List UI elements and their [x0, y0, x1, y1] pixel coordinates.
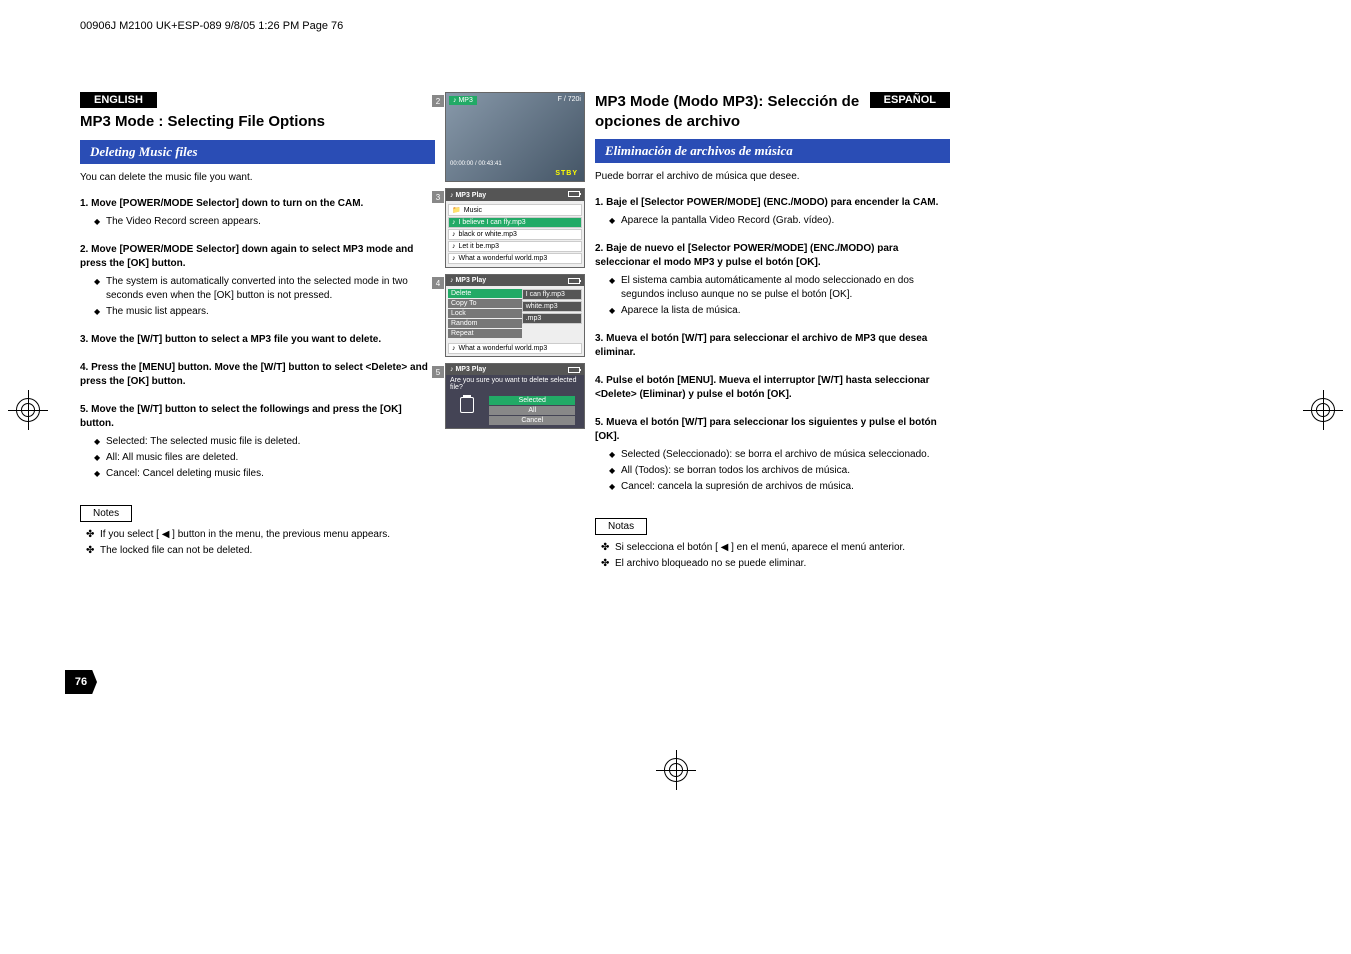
- opt-cancel: Cancel: [489, 416, 575, 425]
- step5-b1-es: Selected (Seleccionado): se borra el arc…: [609, 448, 950, 462]
- music-icon: ♪: [452, 255, 456, 262]
- music-icon: ♪: [452, 231, 456, 238]
- step2-b2-es: Aparece la lista de música.: [609, 304, 950, 318]
- s3-r3: Let it be.mp3: [459, 243, 499, 250]
- s2-mode: MP3: [458, 97, 472, 104]
- s4-last: What a wonderful world.mp3: [459, 345, 548, 352]
- s5-title: MP3 Play: [455, 366, 486, 373]
- battery-icon: [568, 278, 580, 284]
- step1-en: 1. Move [POWER/MODE Selector] down to tu…: [80, 197, 435, 211]
- battery-icon: [568, 191, 580, 199]
- spanish-column: ESPAÑOL MP3 Mode (Modo MP3): Selección d…: [595, 92, 950, 573]
- s3-r2: black or white.mp3: [459, 231, 517, 238]
- intro-es: Puede borrar el archivo de música que de…: [595, 171, 950, 182]
- screenshot-2-badge: 2: [432, 95, 444, 107]
- opt-selected: Selected: [489, 396, 575, 405]
- manual-page: 00906J M2100 UK+ESP-089 9/8/05 1:26 PM P…: [80, 20, 950, 573]
- folder-icon: 📁: [452, 206, 461, 214]
- step2-b1-es: El sistema cambia automáticamente al mod…: [609, 274, 950, 302]
- trash-icon: [460, 397, 474, 413]
- stby-indicator: STBY: [555, 170, 578, 177]
- screenshot-5: 5 ♪ MP3 Play Are you sure you want to de…: [445, 363, 585, 429]
- music-icon: ♪: [452, 345, 456, 352]
- lang-badge-spanish: ESPAÑOL: [870, 92, 950, 108]
- s3-folder: Music: [464, 207, 482, 214]
- notes-label-es: Notas: [595, 518, 647, 535]
- step2-b2-en: The music list appears.: [94, 305, 435, 319]
- s3-r4: What a wonderful world.mp3: [459, 255, 548, 262]
- menu-delete: Delete: [448, 289, 522, 298]
- screenshot-4: 4 ♪ MP3 Play Delete Copy To Lock Random …: [445, 274, 585, 357]
- step5-b3-es: Cancel: cancela la supresión de archivos…: [609, 480, 950, 494]
- step5-en: 5. Move the [W/T] button to select the f…: [80, 403, 435, 431]
- s2-time: 00:00:00 / 00:43:41: [450, 161, 502, 167]
- screenshot-3-badge: 3: [432, 191, 444, 203]
- s3-r1: I believe I can fly.mp3: [459, 219, 526, 226]
- note1-es: Si selecciona el botón [ ◀ ] en el menú,…: [601, 541, 950, 555]
- step3-en: 3. Move the [W/T] button to select a MP3…: [80, 333, 435, 347]
- note2-en: The locked file can not be deleted.: [86, 544, 435, 558]
- screenshot-2: 2 ♪ MP3 F / 720i 00:00:00 / 00:43:41 STB…: [445, 92, 585, 182]
- print-header: 00906J M2100 UK+ESP-089 9/8/05 1:26 PM P…: [80, 20, 950, 32]
- english-column: ENGLISH MP3 Mode : Selecting File Option…: [80, 92, 435, 573]
- notes-label-en: Notes: [80, 505, 132, 522]
- battery-icon: [568, 367, 580, 373]
- s4-r1: I can fly.mp3: [522, 289, 582, 300]
- menu-copyto: Copy To: [448, 299, 522, 308]
- step5-b2-en: All: All music files are deleted.: [94, 451, 435, 465]
- menu-lock: Lock: [448, 309, 522, 318]
- note2-es: El archivo bloqueado no se puede elimina…: [601, 557, 950, 571]
- step5-b3-en: Cancel: Cancel deleting music files.: [94, 467, 435, 481]
- screenshot-3: 3 ♪ MP3 Play 📁Music ♪I believe I can fly…: [445, 188, 585, 268]
- screenshot-5-badge: 5: [432, 366, 444, 378]
- step2-es: 2. Baje de nuevo el [Selector POWER/MODE…: [595, 242, 950, 270]
- step2-b1-en: The system is automatically converted in…: [94, 275, 435, 303]
- s4-r2: white.mp3: [522, 301, 582, 312]
- step2-en: 2. Move [POWER/MODE Selector] down again…: [80, 243, 435, 271]
- step5-b2-es: All (Todos): se borran todos los archivo…: [609, 464, 950, 478]
- step5-b1-en: Selected: The selected music file is del…: [94, 435, 435, 449]
- s4-r3: .mp3: [522, 313, 582, 324]
- subsection-bar-es: Eliminación de archivos de música: [595, 139, 950, 163]
- screenshot-4-badge: 4: [432, 277, 444, 289]
- step4-es: 4. Pulse el botón [MENU]. Mueva el inter…: [595, 374, 950, 402]
- step5-es: 5. Mueva el botón [W/T] para seleccionar…: [595, 416, 950, 444]
- confirm-text: Are you sure you want to delete selected…: [446, 375, 584, 393]
- step1-es: 1. Baje el [Selector POWER/MODE] (ENC./M…: [595, 196, 950, 210]
- menu-repeat: Repeat: [448, 329, 522, 338]
- registration-mark-left: [8, 390, 48, 430]
- lang-badge-english: ENGLISH: [80, 92, 157, 108]
- music-icon: ♪: [452, 219, 456, 226]
- page-number: 76: [65, 670, 97, 694]
- note1-en: If you select [ ◀ ] button in the menu, …: [86, 528, 435, 542]
- music-icon: ♪: [452, 243, 456, 250]
- registration-mark-right: [1303, 390, 1343, 430]
- menu-random: Random: [448, 319, 522, 328]
- s2-fine: F / 720i: [558, 96, 581, 103]
- s3-title: MP3 Play: [455, 192, 486, 199]
- opt-all: All: [489, 406, 575, 415]
- step1-b1-en: The Video Record screen appears.: [94, 215, 435, 229]
- subsection-bar-en: Deleting Music files: [80, 140, 435, 164]
- intro-en: You can delete the music file you want.: [80, 172, 435, 183]
- step1-b1-es: Aparece la pantalla Video Record (Grab. …: [609, 214, 950, 228]
- step3-es: 3. Mueva el botón [W/T] para seleccionar…: [595, 332, 950, 360]
- device-screenshots: 2 ♪ MP3 F / 720i 00:00:00 / 00:43:41 STB…: [445, 92, 585, 573]
- s4-title: MP3 Play: [455, 277, 486, 284]
- registration-mark-bottom: [656, 750, 696, 790]
- step4-en: 4. Press the [MENU] button. Move the [W/…: [80, 361, 435, 389]
- section-title-en: MP3 Mode : Selecting File Options: [80, 112, 435, 132]
